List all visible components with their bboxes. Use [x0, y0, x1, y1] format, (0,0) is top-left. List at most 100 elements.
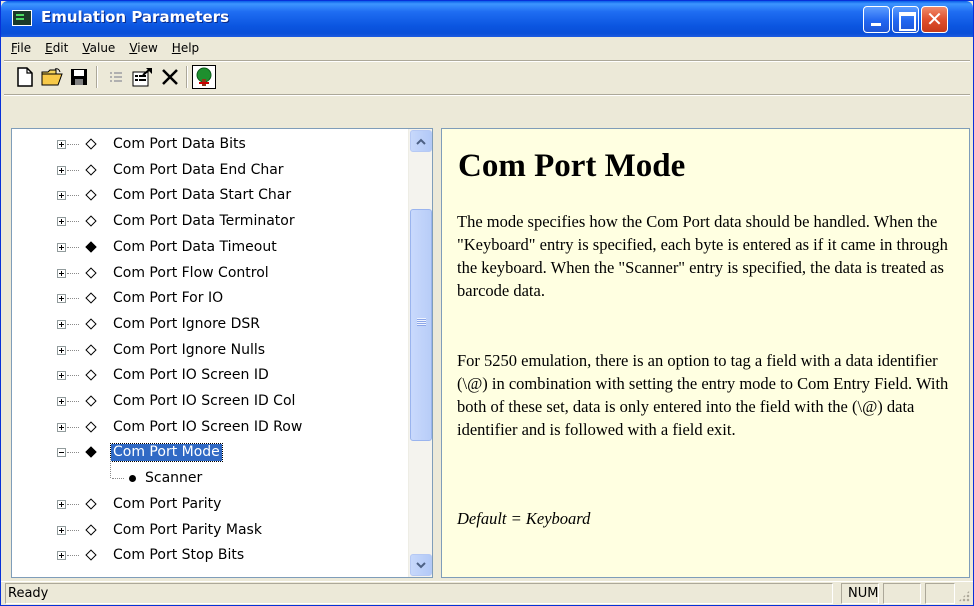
- menu-view[interactable]: View: [122, 37, 164, 59]
- tree-item-label[interactable]: Com Port Parity Mask: [111, 522, 264, 539]
- parameter-tree[interactable]: Com Port Data Bits Com Port Data End Char…: [11, 128, 433, 578]
- resize-grip-icon[interactable]: [958, 590, 970, 602]
- scroll-thumb[interactable]: [410, 209, 432, 441]
- tree-connector: [67, 246, 79, 248]
- save-icon[interactable]: [67, 65, 91, 89]
- help-pane: Com Port Mode The mode specifies how the…: [441, 128, 970, 578]
- tree-child-label[interactable]: Scanner: [145, 470, 202, 487]
- tree-item-label[interactable]: Com Port Mode: [110, 443, 223, 463]
- maximize-button[interactable]: [892, 6, 919, 33]
- expand-icon[interactable]: [57, 217, 66, 227]
- expand-icon[interactable]: [57, 242, 66, 252]
- expand-icon[interactable]: [57, 499, 66, 509]
- help-title: Com Port Mode: [458, 148, 686, 184]
- new-icon[interactable]: [13, 65, 37, 89]
- scroll-up-button[interactable]: [410, 130, 432, 152]
- minimize-button[interactable]: [863, 6, 890, 33]
- expand-icon[interactable]: [57, 422, 66, 432]
- diamond-icon: [85, 549, 97, 561]
- tree-item-label[interactable]: Com Port Data Timeout: [111, 239, 279, 256]
- diamond-icon: [85, 395, 97, 407]
- tree-item-label[interactable]: Com Port Stop Bits: [111, 547, 246, 564]
- tree-connector: [67, 169, 79, 171]
- bullet-icon: [129, 475, 136, 483]
- tree-item-label[interactable]: Com Port Data Terminator: [111, 213, 297, 230]
- tree-item-label[interactable]: Com Port Data Bits: [111, 136, 248, 153]
- menu-bar: File Edit Value View Help: [4, 37, 970, 62]
- tree-item[interactable]: Com Port IO Screen ID: [12, 364, 408, 388]
- tree-item[interactable]: Com Port Data Timeout: [12, 236, 408, 260]
- tree-item[interactable]: Com Port Data End Char: [12, 159, 408, 183]
- app-icon: [12, 10, 32, 26]
- tree-item[interactable]: Com Port Parity: [12, 493, 408, 517]
- expand-icon[interactable]: [57, 165, 66, 175]
- tree-item-label[interactable]: Com Port IO Screen ID Col: [111, 393, 297, 410]
- tree-icon[interactable]: [192, 65, 216, 89]
- expand-icon[interactable]: [57, 268, 66, 278]
- pane-splitter[interactable]: [433, 128, 441, 578]
- expand-icon[interactable]: [57, 371, 66, 381]
- tree-item-label[interactable]: Com Port Flow Control: [111, 265, 271, 282]
- diamond-icon: [85, 189, 97, 202]
- status-indicator-empty: [925, 583, 955, 604]
- tree-item[interactable]: Com Port Ignore Nulls: [12, 339, 408, 363]
- tree-item[interactable]: Com Port Mode: [12, 441, 408, 465]
- tree-item-label[interactable]: Com Port Parity: [111, 496, 223, 513]
- title-bar[interactable]: Emulation Parameters ✕: [1, 1, 973, 37]
- tree-item[interactable]: Com Port Flow Control: [12, 262, 408, 286]
- expand-icon[interactable]: [57, 397, 66, 406]
- expand-icon[interactable]: [57, 551, 66, 561]
- collapse-icon[interactable]: [57, 448, 66, 458]
- tree-item[interactable]: Com Port Data Bits: [12, 133, 408, 157]
- tree-connector: [67, 375, 79, 377]
- tree-item[interactable]: Com Port Parity Mask: [12, 519, 408, 543]
- filled-diamond-icon: [85, 241, 97, 253]
- expand-icon[interactable]: [57, 345, 66, 355]
- tree-item[interactable]: Com Port Ignore DSR: [12, 313, 408, 337]
- diamond-icon: [85, 421, 97, 433]
- delete-icon[interactable]: [158, 65, 182, 89]
- expand-icon[interactable]: [57, 140, 66, 149]
- tree-item[interactable]: Com Port IO Screen ID Row: [12, 416, 408, 440]
- tree-item[interactable]: Com Port Data Terminator: [12, 210, 408, 234]
- tree-item[interactable]: Com Port Stop Bits: [12, 544, 408, 568]
- menu-value[interactable]: Value: [75, 37, 122, 59]
- expand-icon[interactable]: [57, 525, 66, 535]
- open-folder-icon[interactable]: [40, 65, 64, 89]
- tree-connector: [67, 503, 79, 505]
- expand-icon[interactable]: [57, 294, 66, 304]
- tree-item[interactable]: Com Port IO Screen ID Col: [12, 390, 408, 414]
- tree-item-label[interactable]: Com Port IO Screen ID: [111, 367, 271, 384]
- tree-item-label[interactable]: Com Port Ignore Nulls: [111, 342, 267, 359]
- menu-file[interactable]: File: [4, 37, 38, 59]
- filled-diamond-icon: [85, 446, 97, 459]
- close-button[interactable]: ✕: [921, 6, 948, 33]
- tree-item-label[interactable]: Com Port For IO: [111, 290, 225, 307]
- tree-connector: [67, 298, 79, 300]
- properties-icon[interactable]: [131, 65, 155, 89]
- menu-edit[interactable]: Edit: [38, 37, 75, 59]
- tree-item[interactable]: Com Port For IO: [12, 287, 408, 311]
- tree-item[interactable]: Com Port Data Start Char: [12, 184, 408, 208]
- tree-item-label[interactable]: Com Port IO Screen ID Row: [111, 419, 304, 436]
- tree-item-label[interactable]: Com Port Data End Char: [111, 162, 286, 179]
- tree-connector: [67, 426, 79, 428]
- help-paragraph-mode: The mode specifies how the Com Port data…: [457, 212, 948, 300]
- expand-icon[interactable]: [57, 191, 66, 201]
- tree-scrollbar[interactable]: [408, 129, 432, 577]
- scroll-down-button[interactable]: [410, 554, 432, 576]
- num-lock-indicator: NUM: [841, 583, 879, 604]
- tree-item-label[interactable]: Com Port Data Start Char: [111, 187, 293, 204]
- tree-connector: [67, 452, 79, 454]
- toolbar-border: [4, 94, 970, 96]
- menu-help[interactable]: Help: [165, 37, 206, 59]
- diamond-icon: [85, 498, 97, 510]
- diamond-icon: [85, 266, 97, 279]
- help-default-value: Default = Keyboard: [457, 509, 591, 528]
- diamond-icon: [85, 215, 97, 227]
- tree-child-item[interactable]: Scanner: [12, 459, 408, 491]
- list-icon[interactable]: [104, 65, 128, 89]
- tree-connector: [67, 401, 79, 402]
- expand-icon[interactable]: [57, 319, 66, 329]
- tree-item-label[interactable]: Com Port Ignore DSR: [111, 316, 262, 333]
